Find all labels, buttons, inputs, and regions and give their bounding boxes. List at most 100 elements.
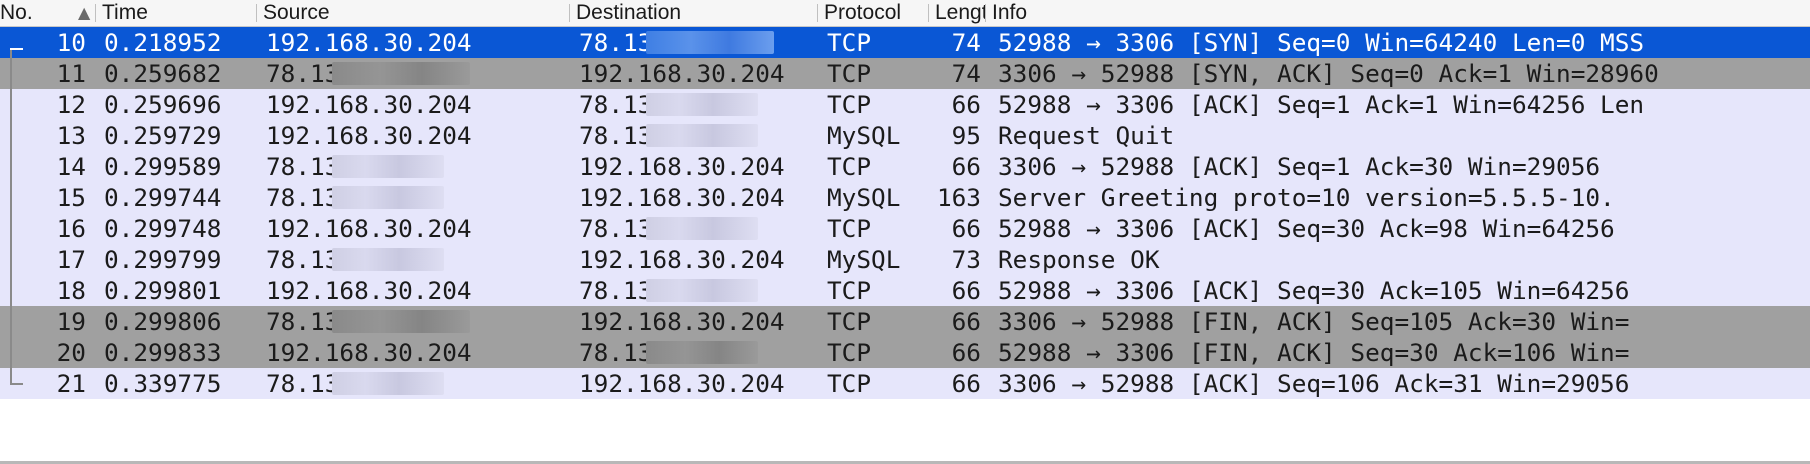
packet-length: 66 bbox=[951, 90, 981, 119]
packet-no: 16 bbox=[56, 214, 86, 243]
packet-info: 52988 → 3306 [ACK] Seq=30 Ack=105 Win=64… bbox=[998, 276, 1630, 305]
packet-source: 192.168.30.204 bbox=[266, 121, 472, 150]
packet-time: 0.299748 bbox=[104, 214, 222, 243]
packet-info: Request Quit bbox=[998, 121, 1175, 150]
packet-destination: 192.168.30.204 bbox=[579, 307, 785, 336]
packet-length: 73 bbox=[951, 245, 981, 274]
packet-row[interactable]: 13 0.259729 192.168.30.204 78.13 MySQL 95 Requ… bbox=[0, 120, 1810, 151]
packet-no: 13 bbox=[56, 121, 86, 150]
packet-time: 0.339775 bbox=[104, 369, 222, 398]
conversation-bracket-line bbox=[10, 49, 12, 384]
packet-protocol: MySQL bbox=[827, 121, 901, 150]
redacted-ip bbox=[332, 186, 444, 209]
packet-length: 95 bbox=[951, 121, 981, 150]
column-header-destination[interactable]: Destination bbox=[570, 0, 817, 26]
packet-row[interactable]: 15 0.299744 78.13 192.168.30.204 MySQL 163 Ser… bbox=[0, 182, 1810, 213]
packet-no: 19 bbox=[56, 307, 86, 336]
packet-protocol: TCP bbox=[827, 369, 872, 398]
packet-length: 66 bbox=[951, 307, 981, 336]
conversation-bracket-end bbox=[10, 383, 23, 385]
packet-no: 17 bbox=[56, 245, 86, 274]
column-header-length[interactable]: Lengt bbox=[929, 0, 985, 26]
packet-length: 74 bbox=[951, 28, 981, 57]
packet-destination: 192.168.30.204 bbox=[579, 59, 785, 88]
packet-length: 66 bbox=[951, 214, 981, 243]
packet-no: 11 bbox=[56, 59, 86, 88]
redacted-ip bbox=[332, 248, 444, 271]
packet-info: 52988 → 3306 [ACK] Seq=30 Ack=98 Win=642… bbox=[998, 214, 1615, 243]
packet-row[interactable]: 14 0.299589 78.13 192.168.30.204 TCP 66 3306 →… bbox=[0, 151, 1810, 182]
packet-protocol: TCP bbox=[827, 59, 872, 88]
packet-info: 3306 → 52988 [SYN, ACK] Seq=0 Ack=1 Win=… bbox=[998, 59, 1659, 88]
column-header-time[interactable]: Time bbox=[96, 0, 256, 26]
conversation-bracket-start bbox=[10, 48, 23, 50]
packet-time: 0.299799 bbox=[104, 245, 222, 274]
column-header-source[interactable]: Source bbox=[257, 0, 569, 26]
packet-destination: 192.168.30.204 bbox=[579, 245, 785, 274]
column-header-protocol[interactable]: Protocol bbox=[818, 0, 928, 26]
packet-protocol: TCP bbox=[827, 338, 872, 367]
packet-length: 74 bbox=[951, 59, 981, 88]
packet-info: 52988 → 3306 [FIN, ACK] Seq=30 Ack=106 W… bbox=[998, 338, 1630, 367]
redacted-ip bbox=[646, 124, 758, 147]
packet-info: 52988 → 3306 [SYN] Seq=0 Win=64240 Len=0… bbox=[998, 28, 1645, 57]
packet-length: 66 bbox=[951, 338, 981, 367]
packet-list[interactable]: No. ▲ Time Source Destination Protocol L… bbox=[0, 0, 1810, 464]
packet-protocol: TCP bbox=[827, 214, 872, 243]
column-header-info[interactable]: Info bbox=[986, 0, 1810, 26]
packet-time: 0.218952 bbox=[104, 28, 222, 57]
packet-row[interactable]: 18 0.299801 192.168.30.204 78.13 TCP 66 52988 … bbox=[0, 275, 1810, 306]
packet-time: 0.299801 bbox=[104, 276, 222, 305]
packet-destination: 192.168.30.204 bbox=[579, 369, 785, 398]
packet-protocol: TCP bbox=[827, 28, 872, 57]
packet-protocol: TCP bbox=[827, 307, 872, 336]
packet-row[interactable]: 11 0.259682 78.13 192.168.30.204 TCP 74 3306 →… bbox=[0, 58, 1810, 89]
packet-row[interactable]: 19 0.299806 78.13 192.168.30.204 TCP 66 3306 →… bbox=[0, 306, 1810, 337]
packet-time: 0.299589 bbox=[104, 152, 222, 181]
packet-row[interactable]: 16 0.299748 192.168.30.204 78.13 TCP 66 52988 … bbox=[0, 213, 1810, 244]
packet-info: 3306 → 52988 [ACK] Seq=1 Ack=30 Win=2905… bbox=[998, 152, 1601, 181]
packet-info: Response OK bbox=[998, 245, 1160, 274]
redacted-ip bbox=[646, 217, 758, 240]
redacted-ip bbox=[646, 31, 774, 54]
packet-list-header: No. ▲ Time Source Destination Protocol L… bbox=[0, 0, 1810, 27]
packet-no: 14 bbox=[56, 152, 86, 181]
packet-no: 18 bbox=[56, 276, 86, 305]
packet-row[interactable]: 10 0.218952 192.168.30.204 78.13 TCP 74 52988 … bbox=[0, 27, 1810, 58]
packet-time: 0.259696 bbox=[104, 90, 222, 119]
packet-no: 12 bbox=[56, 90, 86, 119]
packet-time: 0.259682 bbox=[104, 59, 222, 88]
packet-row[interactable]: 20 0.299833 192.168.30.204 78.13 TCP 66 52988 … bbox=[0, 337, 1810, 368]
packet-row[interactable]: 21 0.339775 78.13 192.168.30.204 TCP 66 3306 →… bbox=[0, 368, 1810, 399]
packet-info: 52988 → 3306 [ACK] Seq=1 Ack=1 Win=64256… bbox=[998, 90, 1645, 119]
packet-length: 163 bbox=[936, 183, 981, 212]
packet-no: 20 bbox=[56, 338, 86, 367]
packet-time: 0.299833 bbox=[104, 338, 222, 367]
redacted-ip bbox=[332, 155, 444, 178]
triangle-up-icon[interactable]: ▲ bbox=[78, 3, 90, 22]
packet-time: 0.299744 bbox=[104, 183, 222, 212]
packet-protocol: TCP bbox=[827, 90, 872, 119]
packet-protocol: TCP bbox=[827, 152, 872, 181]
packet-no: 10 bbox=[56, 28, 86, 57]
packet-protocol: MySQL bbox=[827, 245, 901, 274]
redacted-ip bbox=[646, 93, 758, 116]
redacted-ip bbox=[332, 310, 470, 333]
packet-time: 0.299806 bbox=[104, 307, 222, 336]
redacted-ip bbox=[332, 372, 444, 395]
packet-row[interactable]: 12 0.259696 192.168.30.204 78.13 TCP 66 52988 … bbox=[0, 89, 1810, 120]
packet-source: 192.168.30.204 bbox=[266, 28, 472, 57]
packet-length: 66 bbox=[951, 369, 981, 398]
packet-source: 192.168.30.204 bbox=[266, 276, 472, 305]
packet-source: 192.168.30.204 bbox=[266, 90, 472, 119]
redacted-ip bbox=[332, 62, 470, 85]
redacted-ip bbox=[646, 279, 758, 302]
packet-time: 0.259729 bbox=[104, 121, 222, 150]
packet-length: 66 bbox=[951, 276, 981, 305]
packet-destination: 192.168.30.204 bbox=[579, 152, 785, 181]
packet-protocol: TCP bbox=[827, 276, 872, 305]
packet-row[interactable]: 17 0.299799 78.13 192.168.30.204 MySQL 73 Resp… bbox=[0, 244, 1810, 275]
packet-length: 66 bbox=[951, 152, 981, 181]
packet-destination: 192.168.30.204 bbox=[579, 183, 785, 212]
packet-info: 3306 → 52988 [ACK] Seq=106 Ack=31 Win=29… bbox=[998, 369, 1630, 398]
